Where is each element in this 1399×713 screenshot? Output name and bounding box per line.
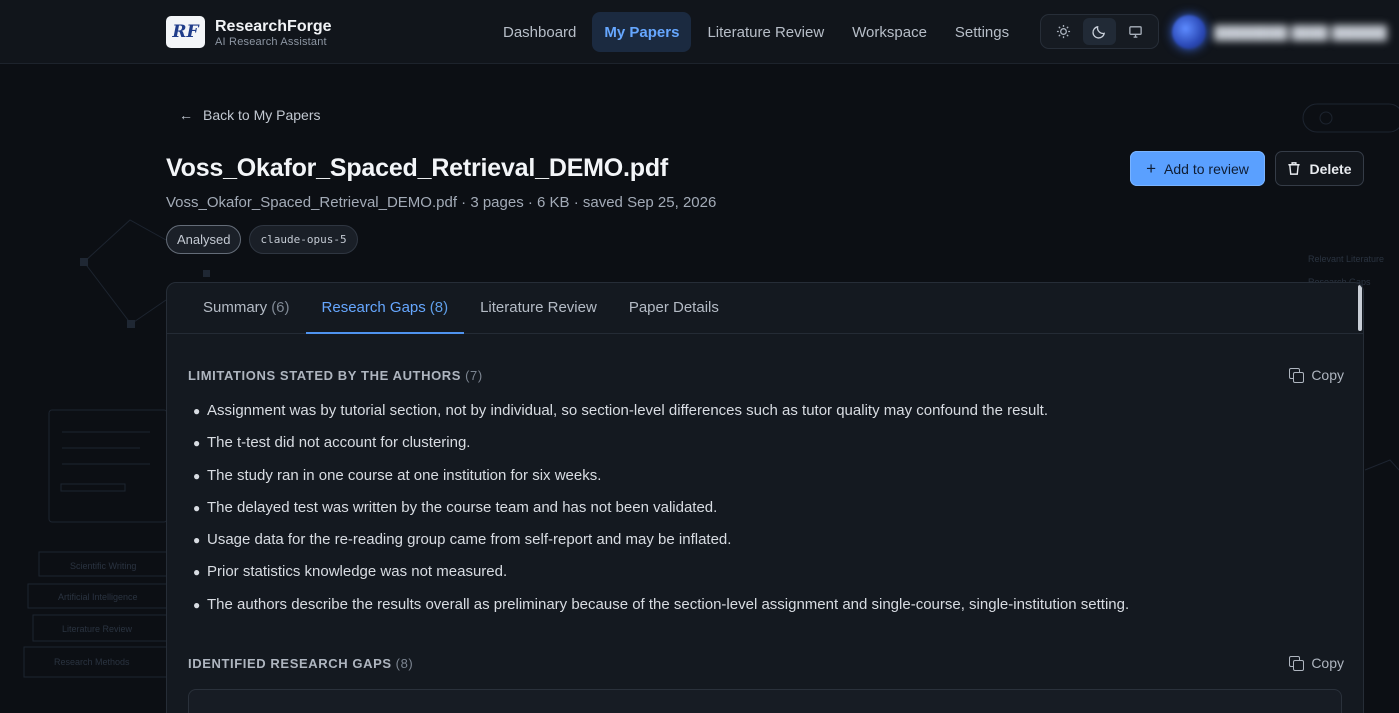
- svg-text:Scientific Writing: Scientific Writing: [70, 561, 136, 571]
- app-name: ResearchForge: [215, 17, 332, 35]
- scrollbar[interactable]: [1356, 283, 1363, 713]
- nav-literature-review[interactable]: Literature Review: [695, 12, 836, 52]
- copy-limitations-button[interactable]: Copy: [1289, 367, 1344, 383]
- list-item: ● The delayed test was written by the cou…: [193, 499, 1129, 531]
- gaps-header: Identified research gaps (8) Copy: [188, 655, 1344, 671]
- app-subtitle: AI Research Assistant: [215, 35, 327, 48]
- copy-gaps-button[interactable]: Copy: [1289, 655, 1344, 671]
- limitation-text: The delayed test was written by the cour…: [207, 498, 718, 516]
- avatar: [1172, 15, 1206, 49]
- limitations-title: Limitations stated by the authors (7): [188, 368, 483, 383]
- svg-text:Artificial Intelligence: Artificial Intelligence: [58, 592, 138, 602]
- top-navigation-bar: RF ResearchForge AI Research Assistant D…: [0, 0, 1399, 64]
- model-badge: claude-opus-5: [249, 225, 358, 254]
- trash-icon: [1288, 162, 1301, 175]
- user-menu[interactable]: ████████ ████ ██████: [1172, 15, 1387, 49]
- limitation-text: The authors describe the results overall…: [207, 595, 1130, 613]
- copy-icon: [1289, 368, 1305, 383]
- user-name-redacted: ████████ ████ ██████: [1214, 24, 1388, 40]
- bullet: ●: [193, 436, 201, 451]
- nav-dashboard[interactable]: Dashboard: [491, 12, 588, 52]
- tab-paper-details[interactable]: Paper Details: [613, 283, 735, 334]
- tab-summary-label: Summary: [203, 299, 268, 316]
- monitor-icon: [1129, 26, 1143, 38]
- list-item: ● The authors describe the results overal…: [193, 596, 1129, 628]
- bullet: ●: [193, 468, 201, 483]
- bullet: ●: [193, 404, 201, 418]
- tab-paper-details-label: Paper Details: [628, 299, 719, 316]
- limitations-list: ● Assignment was by tutorial section, not…: [193, 402, 1129, 628]
- copy-label: Copy: [1311, 655, 1344, 671]
- moon-icon: [1092, 25, 1105, 39]
- tab-research-gaps[interactable]: Research Gaps (8): [305, 283, 465, 334]
- tab-summary-count: (6): [271, 299, 290, 316]
- limitations-title-text: Limitations stated by the authors: [188, 367, 462, 383]
- limitations-count: (7): [465, 367, 483, 383]
- light-theme-button[interactable]: [1047, 18, 1080, 45]
- nav-workspace[interactable]: Workspace: [840, 12, 939, 52]
- list-item: ● Assignment was by tutorial section, not…: [193, 402, 1129, 434]
- nav-settings[interactable]: Settings: [943, 12, 1021, 52]
- theme-switcher: [1040, 14, 1159, 49]
- back-link-label: Back to My Papers: [203, 107, 321, 123]
- nav-my-papers[interactable]: My Papers: [592, 12, 692, 52]
- gaps-title-text: Identified research gaps: [188, 655, 392, 671]
- sun-icon: [1056, 24, 1070, 39]
- brand[interactable]: RF ResearchForge AI Research Assistant: [166, 16, 332, 48]
- svg-text:Relevant Literature: Relevant Literature: [1308, 254, 1384, 264]
- list-item: ● Usage data for the re-reading group cam…: [193, 531, 1129, 563]
- list-item: ● The study ran in one course at one inst…: [193, 467, 1129, 499]
- bullet: ●: [193, 597, 201, 612]
- limitation-text: Assignment was by tutorial section, not …: [207, 402, 1048, 419]
- paper-badges: Analysed claude-opus-5: [166, 225, 358, 254]
- bullet: ●: [193, 500, 201, 515]
- limitation-text: The study ran in one course at one insti…: [207, 466, 602, 484]
- limitation-text: Prior statistics knowledge was not measu…: [207, 563, 508, 581]
- tab-research-gaps-label: Research Gaps: [321, 299, 426, 316]
- bullet: ●: [193, 565, 201, 580]
- paper-meta: Voss_Okafor_Spaced_Retrieval_DEMO.pdf · …: [166, 194, 717, 211]
- limitation-text: The t-test did not account for clusterin…: [207, 434, 471, 452]
- gaps-title: Identified research gaps (8): [188, 656, 413, 671]
- copy-icon: [1289, 656, 1305, 671]
- research-gap-card: [188, 689, 1342, 713]
- delete-button[interactable]: Delete: [1275, 151, 1364, 186]
- bullet: ●: [193, 533, 201, 548]
- limitation-text: Usage data for the re-reading group came…: [207, 531, 732, 549]
- add-to-review-button[interactable]: + Add to review: [1130, 151, 1265, 186]
- svg-text:Literature Review: Literature Review: [62, 624, 133, 634]
- plus-icon: +: [1146, 158, 1157, 178]
- system-theme-button[interactable]: [1119, 18, 1152, 45]
- copy-label: Copy: [1311, 367, 1344, 383]
- app-logo: RF: [166, 16, 205, 48]
- limitations-header: Limitations stated by the authors (7) Cop…: [188, 367, 1344, 383]
- back-to-my-papers-link[interactable]: ← Back to My Papers: [179, 107, 321, 123]
- paper-analysis-card: Summary (6) Research Gaps (8) Literature…: [166, 282, 1364, 713]
- tab-summary[interactable]: Summary (6): [187, 283, 306, 334]
- analysis-tabs: Summary (6) Research Gaps (8) Literature…: [167, 283, 1363, 334]
- delete-label: Delete: [1309, 160, 1352, 177]
- list-item: ● Prior statistics knowledge was not meas…: [193, 563, 1129, 595]
- svg-text:Research Methods: Research Methods: [54, 657, 130, 667]
- tab-research-gaps-count: (8): [429, 299, 449, 316]
- arrow-left-icon: ←: [179, 107, 193, 123]
- tab-literature-review[interactable]: Literature Review: [464, 283, 613, 334]
- gaps-count: (8): [395, 655, 414, 671]
- dark-theme-button[interactable]: [1082, 18, 1116, 45]
- page-title: Voss_Okafor_Spaced_Retrieval_DEMO.pdf: [166, 154, 669, 182]
- tab-literature-review-label: Literature Review: [480, 299, 597, 316]
- scrollbar-thumb[interactable]: [1358, 285, 1362, 331]
- logo-text: RF: [172, 22, 199, 42]
- list-item: ● The t-test did not account for clusteri…: [193, 434, 1129, 466]
- status-badge: Analysed: [166, 225, 242, 254]
- main-nav: Dashboard My Papers Literature Review Wo…: [491, 12, 1025, 52]
- add-to-review-label: Add to review: [1164, 160, 1249, 177]
